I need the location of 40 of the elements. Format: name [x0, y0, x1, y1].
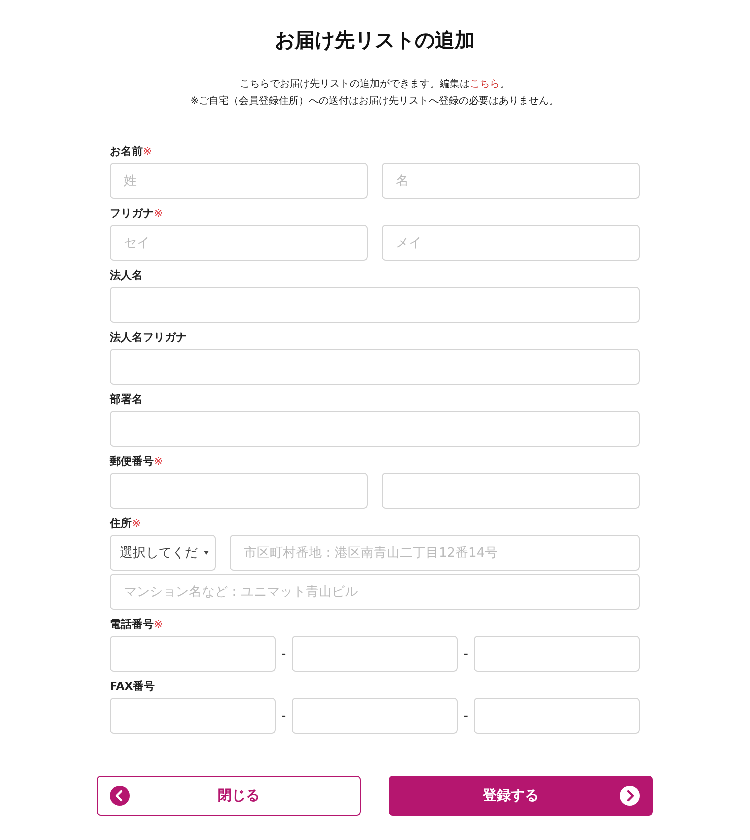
text-field[interactable]: マンション名など：ユニマット青山ビル: [110, 574, 640, 610]
field-label: 電話番号※: [110, 617, 164, 632]
separator-dash: -: [464, 708, 468, 724]
field-label: 法人名フリガナ: [110, 330, 188, 345]
text-field[interactable]: 姓: [110, 163, 368, 199]
field-label: 法人名: [110, 268, 144, 283]
text-field[interactable]: 名: [382, 163, 640, 199]
select-field[interactable]: 選択してくだ: [110, 535, 216, 571]
separator-dash: -: [282, 646, 286, 662]
note-text: ※ご自宅（会員登録住所）への送付はお届け先リストへ登録の必要はありません。: [190, 95, 560, 108]
separator-dash: -: [464, 646, 468, 662]
field-label: 住所※: [110, 516, 142, 531]
text-field[interactable]: [110, 411, 640, 447]
field-label: お名前※: [110, 144, 154, 159]
caret-icon: [204, 551, 209, 555]
page-title: お届け先リストの追加: [275, 27, 475, 54]
text-field[interactable]: 市区町村番地：港区南青山二丁目12番14号: [230, 535, 640, 571]
text-field[interactable]: [292, 698, 458, 734]
separator-dash: -: [282, 708, 286, 724]
text-field[interactable]: [110, 349, 640, 385]
intro-text: こちらでお届け先リストの追加ができます。編集はこちら。: [240, 78, 510, 91]
text-field[interactable]: [474, 636, 640, 672]
text-field[interactable]: メイ: [382, 225, 640, 261]
text-field[interactable]: [110, 698, 276, 734]
text-field[interactable]: [382, 473, 640, 509]
close-button[interactable]: 閉じる: [97, 776, 361, 816]
field-label: FAX番号: [110, 679, 156, 694]
text-field[interactable]: [110, 636, 276, 672]
chevron-right-icon: [620, 786, 640, 806]
text-field[interactable]: [110, 287, 640, 323]
register-button[interactable]: 登録する: [389, 776, 653, 816]
text-field[interactable]: [474, 698, 640, 734]
text-field[interactable]: [110, 473, 368, 509]
edit-link[interactable]: こちら: [470, 79, 500, 90]
text-field[interactable]: セイ: [110, 225, 368, 261]
field-label: 部署名: [110, 392, 144, 407]
field-label: 郵便番号※: [110, 454, 164, 469]
chevron-left-icon: [110, 786, 130, 806]
text-field[interactable]: [292, 636, 458, 672]
field-label: フリガナ※: [110, 206, 164, 221]
